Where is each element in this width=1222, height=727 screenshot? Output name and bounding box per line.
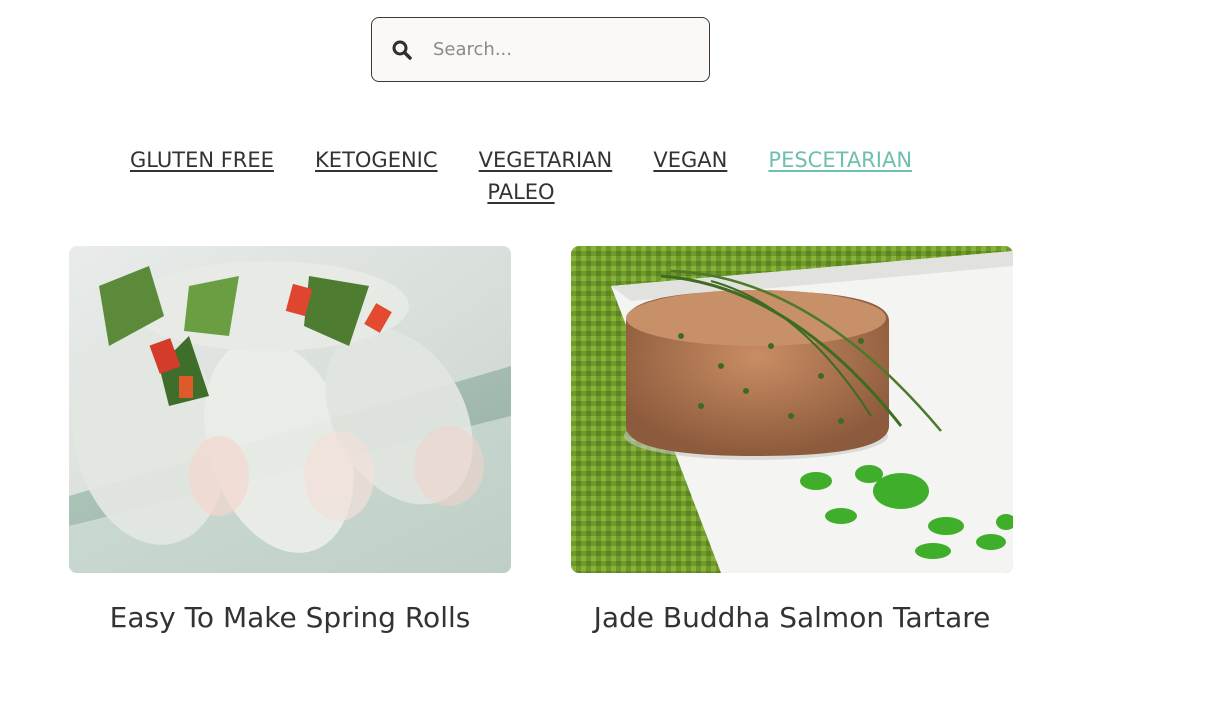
- filter-gluten-free[interactable]: GLUTEN FREE: [130, 145, 274, 176]
- search-input[interactable]: [431, 38, 675, 61]
- diet-filter-nav: GLUTEN FREE KETOGENIC VEGETARIAN VEGAN P…: [60, 145, 982, 209]
- filter-paleo[interactable]: PALEO: [487, 177, 554, 208]
- filter-vegetarian[interactable]: VEGETARIAN: [479, 145, 613, 176]
- search-icon[interactable]: [391, 39, 413, 61]
- search-box[interactable]: [371, 17, 710, 82]
- recipe-title[interactable]: Easy To Make Spring Rolls: [69, 599, 511, 637]
- filter-ketogenic[interactable]: KETOGENIC: [315, 145, 438, 176]
- salmon-tartare-photo[interactable]: [571, 246, 1013, 573]
- spring-rolls-photo[interactable]: [69, 246, 511, 573]
- recipe-card[interactable]: Easy To Make Spring Rolls: [69, 246, 511, 637]
- recipe-card[interactable]: Jade Buddha Salmon Tartare: [571, 246, 1013, 637]
- filter-vegan[interactable]: VEGAN: [653, 145, 727, 176]
- recipe-title[interactable]: Jade Buddha Salmon Tartare: [571, 599, 1013, 637]
- filter-pescetarian[interactable]: PESCETARIAN: [768, 145, 912, 176]
